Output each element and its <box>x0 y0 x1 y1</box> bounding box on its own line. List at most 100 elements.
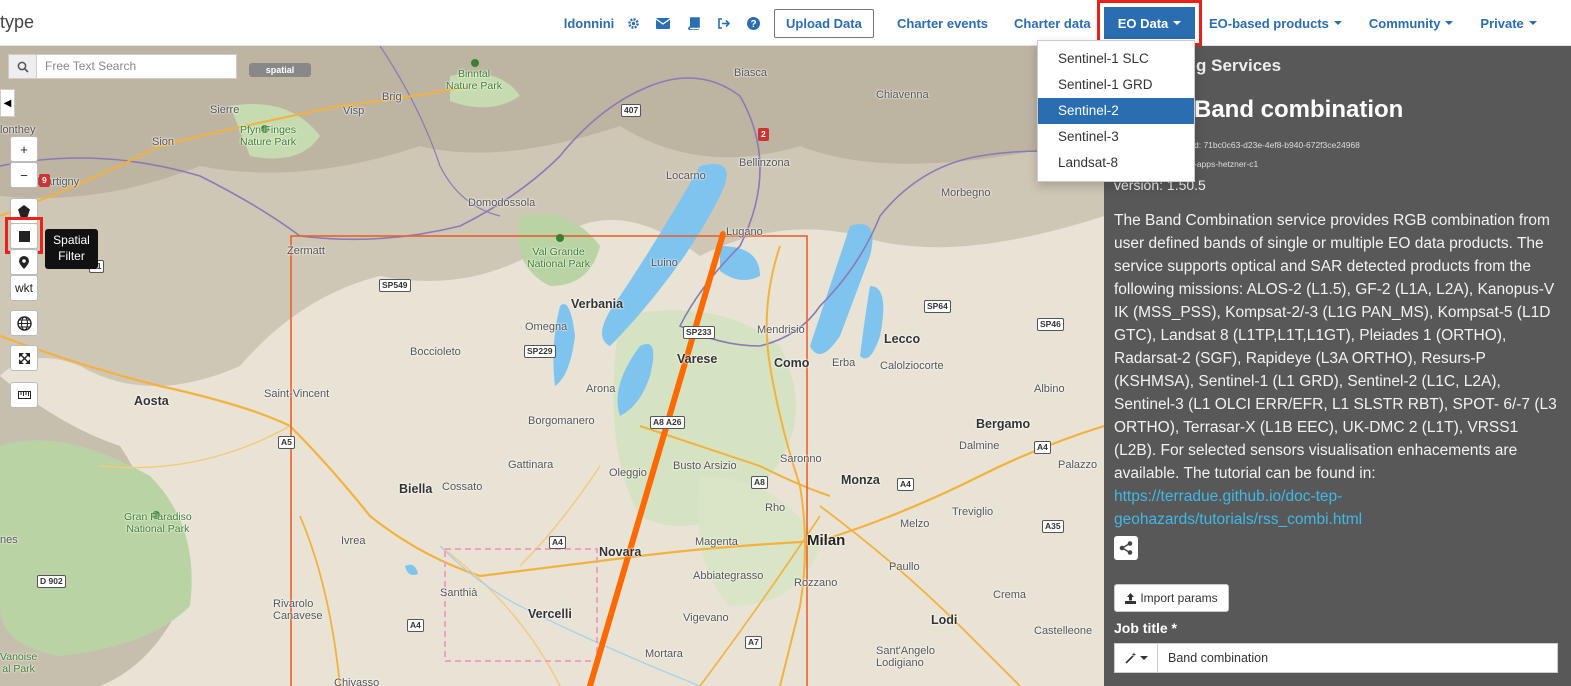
dropdown-item-sentinel-1-slc[interactable]: Sentinel-1 SLC <box>1038 46 1194 72</box>
caret-down-icon <box>1139 656 1148 660</box>
draw-rectangle-button[interactable] <box>10 223 38 249</box>
top-navbar: type ldonnini ? Upload Data Charter even… <box>0 0 1571 46</box>
collapse-panel-button[interactable]: ◀ <box>0 89 15 117</box>
map-label-saronno: Saronno <box>780 453 822 465</box>
road-shield-a4-novara: A4 <box>549 536 566 549</box>
dropdown-item-sentinel-3[interactable]: Sentinel-3 <box>1038 124 1194 150</box>
eo-products-label: EO-based products <box>1209 15 1329 31</box>
road-shield-a35: A35 <box>1042 520 1064 533</box>
service-id: d: 71bc0c63-d23e-4ef8-b940-672f3ce24968 <box>1194 140 1360 150</box>
map-label-milan: Milan <box>807 532 846 549</box>
road-shield-a4-east: A4 <box>1034 441 1051 454</box>
map-label-novara: Novara <box>599 545 642 559</box>
map-label-saint-vincent: Saint-Vincent <box>264 388 330 400</box>
dropdown-item-landsat-8[interactable]: Landsat-8 <box>1038 150 1194 176</box>
map-label-boccioleto: Boccioleto <box>410 346 461 358</box>
sign-out-icon[interactable] <box>708 0 738 46</box>
road-shield-d902: D 902 <box>37 575 66 588</box>
map-label-varese: Varese <box>677 352 718 366</box>
road-shield-a4-west: A4 <box>407 619 424 632</box>
globe-icon <box>16 315 32 331</box>
road-shield-2: 2 <box>758 128 769 141</box>
share-button[interactable] <box>1114 536 1138 560</box>
map-label-crema: Crema <box>993 589 1027 601</box>
map-view[interactable]: Binntal Nature Park Pfyn-Finges Nature Par… <box>0 46 1104 686</box>
spatial-badge[interactable]: spatial <box>249 63 311 77</box>
road-shield-sp64: SP64 <box>924 300 951 313</box>
map-label-calolziocorte: Calolziocorte <box>880 360 944 372</box>
spatial-filter-tooltip: Spatial Filter <box>45 229 98 269</box>
envelope-icon[interactable] <box>648 0 678 46</box>
book-icon[interactable] <box>678 0 708 46</box>
job-title-label: Job title * <box>1114 620 1178 636</box>
map-label-brig: Brig <box>382 91 402 103</box>
map-label-ivrea: Ivrea <box>341 535 366 547</box>
map-label-palazzolo: Palazzo <box>1058 459 1098 471</box>
import-params-label: Import params <box>1140 591 1218 605</box>
road-shield-a4-monza: A4 <box>897 478 914 491</box>
service-description: The Band Combination service provides RG… <box>1114 209 1564 531</box>
private-menu[interactable]: Private <box>1480 0 1537 46</box>
map-label-biella: Biella <box>399 482 433 496</box>
zoom-out-button[interactable]: − <box>10 162 38 188</box>
import-params-button[interactable]: Import params <box>1114 584 1229 612</box>
map-label-santhia: Santhià <box>440 587 478 599</box>
map-label-biasca: Biasca <box>734 67 768 79</box>
globe-layers-button[interactable] <box>10 310 38 336</box>
map-label-castelleone: Castelleone <box>1034 625 1093 637</box>
share-icon <box>1119 541 1133 555</box>
upload-nav: Upload Data <box>774 0 874 46</box>
zoom-in-button[interactable]: + <box>10 136 38 162</box>
dropdown-item-sentinel-1-grd[interactable]: Sentinel-1 GRD <box>1038 72 1194 98</box>
caret-down-icon <box>1445 21 1454 25</box>
map-label-paullo: Paullo <box>889 561 920 573</box>
ruler-icon <box>17 391 31 399</box>
map-label-sierre: Sierre <box>210 104 240 116</box>
map-label-borgomanero: Borgomanero <box>528 415 595 427</box>
gear-icon[interactable] <box>618 0 648 46</box>
map-label-sion: Sion <box>152 136 175 148</box>
eo-products-menu[interactable]: EO-based products <box>1209 0 1342 46</box>
map-label-bergamo: Bergamo <box>976 417 1031 431</box>
map-label-mortara: Mortara <box>645 648 683 660</box>
road-shield-sp233: SP233 <box>683 326 715 339</box>
question-icon[interactable]: ? <box>738 0 768 46</box>
brand-title[interactable]: type <box>0 12 34 33</box>
magic-wand-dropdown[interactable] <box>1114 643 1158 673</box>
search-icon[interactable] <box>8 54 37 79</box>
road-shield-a8: A8 <box>751 476 768 489</box>
map-label-sant-angelo: Sant'Angelo Lodigiano <box>876 645 935 669</box>
charter-events-link[interactable]: Charter events <box>897 0 988 46</box>
map-label-locarno: Locarno <box>666 170 706 182</box>
map-label-omegna: Omegna <box>525 321 568 333</box>
job-title-input[interactable]: Band combination <box>1158 643 1558 673</box>
map-label-gran-paradiso: Gran Paradiso National Park <box>124 511 192 535</box>
eo-data-label: EO Data <box>1117 15 1169 31</box>
map-label-mendrisio: Mendrisio <box>757 324 805 336</box>
private-label: Private <box>1480 15 1524 31</box>
map-label-chivasso: Chivasso <box>334 677 380 686</box>
map-label-arona: Arona <box>586 383 616 395</box>
map-label-monthey: lonthey <box>0 124 36 136</box>
service-host: -apps-hetzner-c1 <box>1194 159 1259 169</box>
service-title: Band combination <box>1194 96 1404 123</box>
user-nav: ldonnini ? <box>560 0 768 46</box>
search-input[interactable]: Free Text Search <box>37 54 237 79</box>
tutorial-link[interactable]: https://terradue.github.io/doc-tep-geoha… <box>1114 485 1564 531</box>
map-label-rho: Rho <box>765 502 786 514</box>
map-label-luino: Luino <box>651 257 678 269</box>
user-link[interactable]: ldonnini <box>560 0 618 46</box>
measure-button[interactable] <box>10 382 38 408</box>
upload-data-button[interactable]: Upload Data <box>774 8 874 38</box>
road-shield-407: 407 <box>621 104 642 117</box>
wkt-button[interactable]: wkt <box>10 275 38 301</box>
map-label-verbania: Verbania <box>571 297 624 311</box>
eo-data-menu[interactable]: EO Data <box>1104 7 1195 39</box>
draw-point-button[interactable] <box>10 249 38 275</box>
dropdown-item-sentinel-2[interactable]: Sentinel-2 <box>1038 98 1194 124</box>
map-label-bellinzona: Bellinzona <box>739 157 790 169</box>
map-label-morbegno: Morbegno <box>941 187 991 199</box>
community-menu[interactable]: Community <box>1369 0 1454 46</box>
fullscreen-button[interactable] <box>10 345 38 371</box>
map-label-zermatt: Zermatt <box>287 245 325 257</box>
